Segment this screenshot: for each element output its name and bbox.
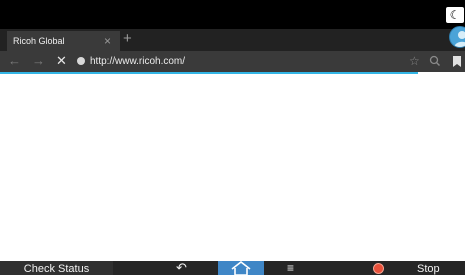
forward-icon[interactable]: →	[32, 50, 45, 71]
page-info-icon[interactable]	[77, 57, 85, 65]
tab-title: Ricoh Global	[13, 36, 65, 46]
new-tab-icon[interactable]: +	[123, 29, 132, 49]
user-avatar-icon[interactable]	[449, 26, 465, 48]
status-strip	[0, 0, 465, 29]
moon-icon: ☾	[449, 8, 461, 22]
back-icon[interactable]: ←	[8, 50, 21, 71]
stop-loading-icon[interactable]: ✕	[56, 50, 67, 71]
bookmark-icon[interactable]	[453, 56, 461, 67]
tab-ricoh-global[interactable]: Ricoh Global ×	[7, 31, 120, 51]
menu-icon[interactable]: ≡	[287, 261, 294, 275]
search-icon[interactable]	[428, 51, 442, 72]
address-bar	[0, 51, 465, 72]
back-icon[interactable]: ↶	[176, 261, 187, 275]
home-button[interactable]	[218, 260, 264, 276]
web-content-area[interactable]	[0, 74, 465, 261]
url-field[interactable]: http://www.ricoh.com/	[90, 51, 185, 72]
home-icon	[231, 260, 251, 276]
check-status-button[interactable]: Check Status	[0, 261, 113, 275]
close-icon[interactable]: ×	[104, 31, 111, 51]
night-mode-button[interactable]: ☾	[446, 7, 464, 23]
star-icon[interactable]: ☆	[409, 51, 420, 72]
stop-icon[interactable]	[373, 263, 384, 274]
